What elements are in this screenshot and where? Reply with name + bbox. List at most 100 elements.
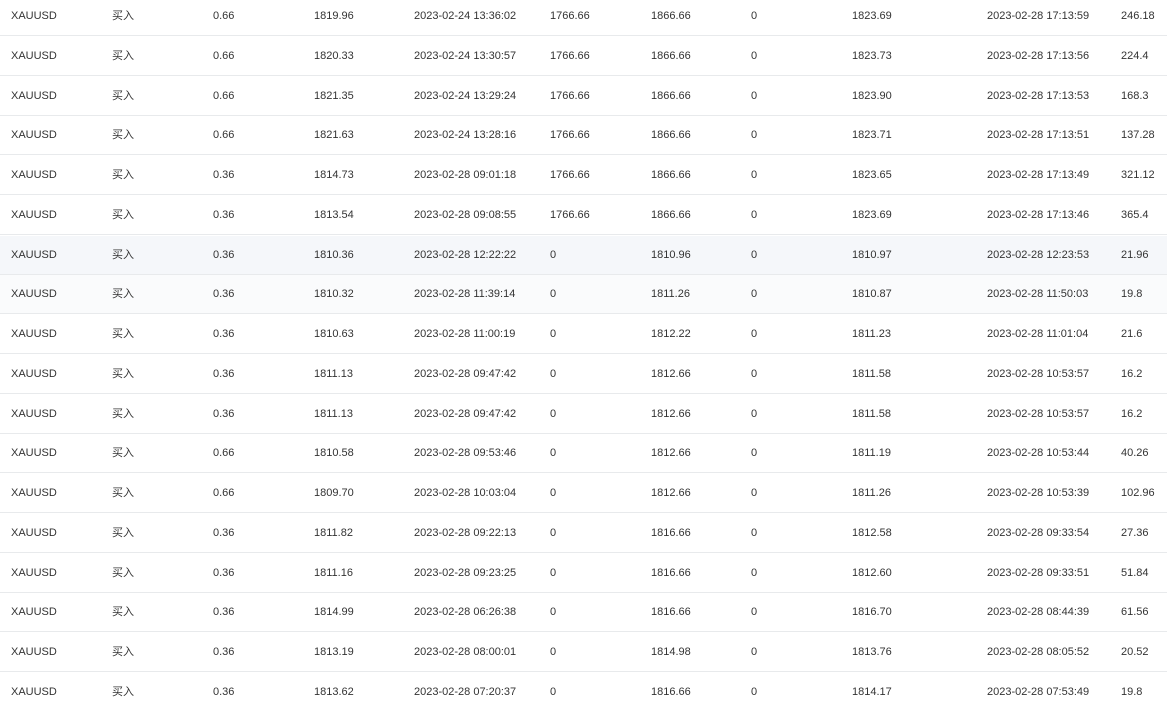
table-row[interactable]: XAUUSD 买入 0.66 1821.35 2023-02-24 13:29:24 17… bbox=[0, 77, 1167, 116]
profit-cell: 137.28 bbox=[1121, 129, 1155, 142]
open-time-cell: 2023-02-28 09:01:18 bbox=[414, 169, 517, 181]
take-profit-cell: 1866.66 bbox=[651, 89, 691, 102]
table-row[interactable]: XAUUSD 买入 0.36 1811.13 2023-02-28 09:47:42 0 1… bbox=[0, 355, 1167, 394]
close-price-cell: 1816.70 bbox=[852, 606, 892, 619]
symbol-cell: XAUUSD bbox=[11, 447, 57, 460]
symbol-cell: XAUUSD bbox=[11, 89, 57, 102]
table-row[interactable]: XAUUSD 买入 0.36 1810.63 2023-02-28 11:00:19 0 1… bbox=[0, 315, 1167, 354]
symbol-cell: XAUUSD bbox=[11, 487, 57, 499]
stop-loss-cell: 0 bbox=[550, 487, 557, 499]
close-time-cell: 2023-02-28 17:13:46 bbox=[987, 208, 1090, 221]
profit-cell: 321.12 bbox=[1121, 169, 1155, 181]
symbol-cell: XAUUSD bbox=[11, 129, 57, 142]
swap-cell: 0 bbox=[751, 685, 758, 698]
open-price-cell: 1811.82 bbox=[314, 526, 353, 539]
symbol-cell: XAUUSD bbox=[11, 566, 57, 579]
side-cell: 买入 bbox=[112, 606, 134, 619]
open-price-cell: 1813.54 bbox=[314, 208, 354, 221]
table-row[interactable]: XAUUSD 买入 0.66 1810.58 2023-02-28 09:53:46 0 1… bbox=[0, 434, 1167, 474]
take-profit-cell: 1816.66 bbox=[651, 566, 691, 579]
take-profit-cell: 1816.66 bbox=[651, 685, 691, 698]
table-row[interactable]: XAUUSD 买入 0.36 1811.82 2023-02-28 09:22:13 0 1… bbox=[0, 514, 1167, 553]
table-row[interactable]: XAUUSD 买入 0.36 1813.62 2023-02-28 07:20:37 0 1… bbox=[0, 673, 1167, 702]
swap-cell: 0 bbox=[751, 89, 758, 102]
side-cell: 买入 bbox=[112, 447, 134, 460]
table-row[interactable]: XAUUSD 买入 0.36 1813.54 2023-02-28 09:08:55 17… bbox=[0, 196, 1167, 235]
symbol-cell: XAUUSD bbox=[11, 288, 57, 301]
lots-cell: 0.36 bbox=[213, 646, 235, 658]
take-profit-cell: 1866.66 bbox=[651, 169, 691, 181]
swap-cell: 0 bbox=[751, 606, 758, 619]
open-time-cell: 2023-02-28 09:47:42 bbox=[414, 407, 517, 420]
open-time-cell: 2023-02-24 13:30:57 bbox=[414, 49, 517, 62]
side-cell: 买入 bbox=[112, 129, 134, 142]
swap-cell: 0 bbox=[751, 328, 758, 340]
stop-loss-cell: 1766.66 bbox=[550, 169, 590, 181]
lots-cell: 0.66 bbox=[213, 10, 235, 22]
lots-cell: 0.36 bbox=[213, 208, 235, 221]
open-time-cell: 2023-02-24 13:28:16 bbox=[414, 129, 517, 142]
take-profit-cell: 1812.66 bbox=[651, 487, 691, 499]
table-row[interactable]: XAUUSD 买入 0.66 1820.33 2023-02-24 13:30:57 17… bbox=[0, 37, 1167, 76]
table-row[interactable]: XAUUSD 买入 0.36 1810.32 2023-02-28 11:39:14 0 1… bbox=[0, 275, 1167, 315]
lots-cell: 0.36 bbox=[213, 526, 235, 539]
close-price-cell: 1823.90 bbox=[852, 89, 892, 102]
table-row[interactable]: XAUUSD 买入 0.36 1814.73 2023-02-28 09:01:18 17… bbox=[0, 156, 1167, 195]
lots-cell: 0.36 bbox=[213, 328, 235, 340]
swap-cell: 0 bbox=[751, 367, 758, 380]
lots-cell: 0.66 bbox=[213, 49, 235, 62]
lots-cell: 0.66 bbox=[213, 447, 235, 460]
close-time-cell: 2023-02-28 17:13:49 bbox=[987, 169, 1090, 181]
take-profit-cell: 1811.26 bbox=[651, 288, 690, 301]
open-price-cell: 1819.96 bbox=[314, 10, 354, 22]
stop-loss-cell: 0 bbox=[550, 646, 557, 658]
symbol-cell: XAUUSD bbox=[11, 328, 57, 340]
open-time-cell: 2023-02-28 07:20:37 bbox=[414, 685, 517, 698]
profit-cell: 19.8 bbox=[1121, 685, 1143, 698]
stop-loss-cell: 0 bbox=[550, 407, 557, 420]
stop-loss-cell: 0 bbox=[550, 248, 557, 261]
lots-cell: 0.36 bbox=[213, 407, 235, 420]
side-cell: 买入 bbox=[112, 566, 134, 579]
symbol-cell: XAUUSD bbox=[11, 526, 57, 539]
table-row[interactable]: XAUUSD 买入 0.36 1810.36 2023-02-28 12:22:22 0 1… bbox=[0, 235, 1167, 275]
close-price-cell: 1823.69 bbox=[852, 208, 892, 221]
swap-cell: 0 bbox=[751, 288, 758, 301]
swap-cell: 0 bbox=[751, 487, 758, 499]
side-cell: 买入 bbox=[112, 526, 134, 539]
table-row[interactable]: XAUUSD 买入 0.66 1819.96 2023-02-24 13:36:02 17… bbox=[0, 0, 1167, 36]
close-price-cell: 1812.58 bbox=[852, 526, 892, 539]
side-cell: 买入 bbox=[112, 10, 134, 22]
close-time-cell: 2023-02-28 10:53:57 bbox=[987, 407, 1090, 420]
close-price-cell: 1810.87 bbox=[852, 288, 892, 301]
symbol-cell: XAUUSD bbox=[11, 685, 57, 698]
open-time-cell: 2023-02-28 08:00:01 bbox=[414, 646, 517, 658]
close-price-cell: 1823.69 bbox=[852, 10, 892, 22]
table-row[interactable]: XAUUSD 买入 0.66 1809.70 2023-02-28 10:03:04 0 1… bbox=[0, 474, 1167, 513]
symbol-cell: XAUUSD bbox=[11, 208, 57, 221]
open-time-cell: 2023-02-28 12:22:22 bbox=[414, 248, 517, 261]
table-row[interactable]: XAUUSD 买入 0.36 1811.16 2023-02-28 09:23:25 0 1… bbox=[0, 554, 1167, 593]
lots-cell: 0.36 bbox=[213, 685, 235, 698]
table-row[interactable]: XAUUSD 买入 0.36 1811.13 2023-02-28 09:47:42 0 1… bbox=[0, 395, 1167, 434]
open-time-cell: 2023-02-28 10:03:04 bbox=[414, 487, 517, 499]
profit-cell: 246.18 bbox=[1121, 10, 1155, 22]
close-price-cell: 1823.65 bbox=[852, 169, 892, 181]
open-price-cell: 1810.32 bbox=[314, 288, 354, 301]
side-cell: 买入 bbox=[112, 248, 134, 261]
close-price-cell: 1811.58 bbox=[852, 407, 891, 420]
take-profit-cell: 1812.66 bbox=[651, 367, 691, 380]
table-row[interactable]: XAUUSD 买入 0.36 1813.19 2023-02-28 08:00:01 0 1… bbox=[0, 633, 1167, 672]
table-row[interactable]: XAUUSD 买入 0.66 1821.63 2023-02-24 13:28:16 17… bbox=[0, 116, 1167, 156]
table-row[interactable]: XAUUSD 买入 0.36 1814.99 2023-02-28 06:26:38 0 1… bbox=[0, 593, 1167, 633]
close-time-cell: 2023-02-28 17:13:53 bbox=[987, 89, 1090, 102]
close-price-cell: 1811.58 bbox=[852, 367, 891, 380]
lots-cell: 0.66 bbox=[213, 487, 235, 499]
close-price-cell: 1823.73 bbox=[852, 49, 892, 62]
swap-cell: 0 bbox=[751, 646, 758, 658]
stop-loss-cell: 0 bbox=[550, 447, 557, 460]
open-time-cell: 2023-02-28 09:53:46 bbox=[414, 447, 517, 460]
open-time-cell: 2023-02-24 13:29:24 bbox=[414, 89, 517, 102]
open-price-cell: 1809.70 bbox=[314, 487, 354, 499]
close-price-cell: 1823.71 bbox=[852, 129, 892, 142]
